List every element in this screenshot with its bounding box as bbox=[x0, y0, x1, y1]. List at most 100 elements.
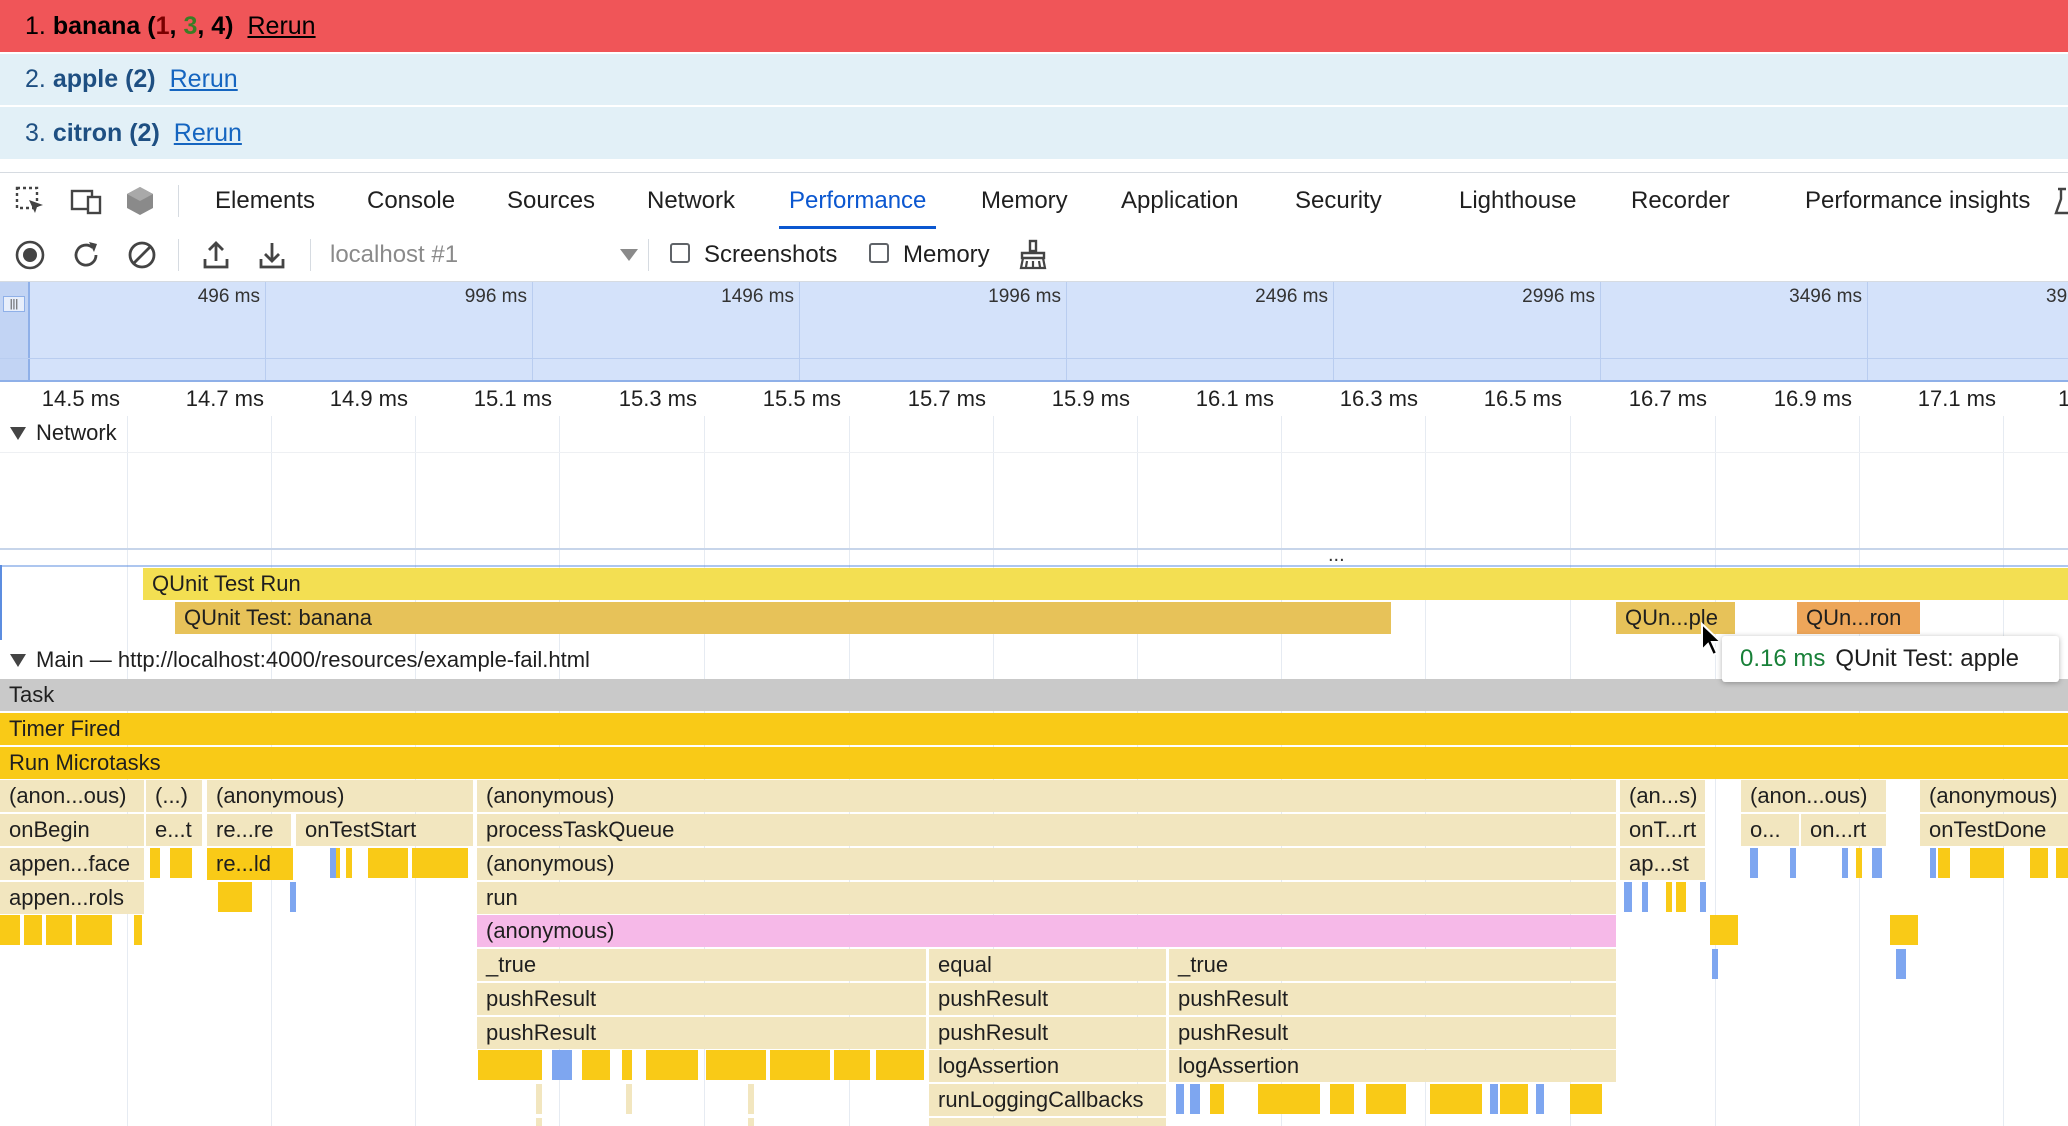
ruler-tick: 16.5 ms bbox=[1483, 386, 1562, 411]
test-index: 2. bbox=[25, 65, 46, 93]
flame-frame[interactable]: e...t bbox=[146, 814, 202, 846]
divider bbox=[178, 239, 179, 271]
collapse-triangle-icon[interactable] bbox=[10, 653, 26, 667]
ruler-tick: 14.9 ms bbox=[329, 386, 408, 411]
overview-tick: 2496 ms bbox=[1255, 286, 1328, 307]
garbage-collect-icon[interactable] bbox=[1017, 239, 1049, 271]
main-track-header[interactable]: Main — http://localhost:4000/resources/e… bbox=[0, 644, 590, 676]
ruler-tick: 15.5 ms bbox=[762, 386, 841, 411]
ruler-tick: 14.7 ms bbox=[185, 386, 264, 411]
flame-frame[interactable]: onTestDone bbox=[1920, 814, 2068, 846]
tab-performance-insights[interactable]: Performance insights bbox=[1805, 173, 2030, 229]
time-ruler: 14.5 ms 14.7 ms 14.9 ms 15.1 ms 15.3 ms … bbox=[0, 382, 2068, 416]
test-result-citron: 3. citron (2) Rerun bbox=[0, 106, 2068, 159]
flame-frame[interactable]: on...rt bbox=[1801, 814, 1886, 846]
tab-recorder[interactable]: Recorder bbox=[1631, 173, 1730, 229]
upload-icon[interactable] bbox=[200, 239, 232, 271]
flame-frame[interactable]: (anonymous) bbox=[477, 780, 1616, 812]
test-result-banana: 1. banana (1, 3, 4) Rerun bbox=[0, 0, 2068, 52]
ruler-tick: 15.7 ms bbox=[907, 386, 986, 411]
overview-left-handle[interactable]: ||| bbox=[0, 282, 30, 380]
track-divider bbox=[0, 548, 2068, 550]
tab-elements[interactable]: Elements bbox=[215, 173, 315, 229]
divider bbox=[310, 239, 311, 271]
collapse-triangle-icon[interactable] bbox=[10, 426, 26, 440]
flame-frame[interactable]: (anon...ous) bbox=[0, 780, 144, 812]
ruler-tick: 17.1 ms bbox=[1917, 386, 1996, 411]
flame-frame[interactable]: re...re bbox=[207, 814, 291, 846]
overview-tick: 1496 ms bbox=[721, 286, 794, 307]
devtools-tab-bar: Elements Console Sources Network Perform… bbox=[0, 172, 2068, 230]
target-select[interactable]: localhost #1 bbox=[330, 239, 642, 271]
timeline-overview[interactable]: ||| 496 ms 996 ms 1496 ms 1996 ms 2496 m… bbox=[0, 282, 2068, 382]
ruler-tick: 16.7 ms bbox=[1628, 386, 1707, 411]
chevron-down-icon bbox=[620, 249, 638, 261]
flame-frame[interactable]: (...) bbox=[146, 780, 202, 812]
ruler-tick: 15.3 ms bbox=[618, 386, 697, 411]
ruler-tick: 16.3 ms bbox=[1339, 386, 1418, 411]
rerun-link-apple[interactable]: Rerun bbox=[170, 65, 238, 94]
flame-frame[interactable]: (anonymous) bbox=[1920, 780, 2068, 812]
timing-qunit-test-banana[interactable]: QUnit Test: banana bbox=[175, 602, 1391, 634]
flask-icon bbox=[2054, 187, 2068, 215]
timing-qunit-test-citron[interactable]: QUn...ron bbox=[1797, 602, 1920, 634]
tab-application[interactable]: Application bbox=[1121, 173, 1238, 229]
test-counts: (2) bbox=[129, 118, 160, 147]
test-counts: (1, 3, 4) bbox=[147, 11, 234, 40]
tab-console[interactable]: Console bbox=[367, 173, 455, 229]
ruler-tick: 16.9 ms bbox=[1773, 386, 1852, 411]
network-track-header[interactable]: Network bbox=[0, 418, 117, 448]
tab-memory[interactable]: Memory bbox=[981, 173, 1068, 229]
flame-frame[interactable]: onBegin bbox=[0, 814, 144, 846]
resize-handle-dots[interactable]: ... bbox=[1328, 544, 1345, 567]
reload-record-icon[interactable] bbox=[70, 239, 102, 271]
timing-qunit-test-run[interactable]: QUnit Test Run bbox=[143, 568, 2068, 600]
tooltip-duration: 0.16 ms bbox=[1740, 645, 1826, 672]
memory-checkbox[interactable] bbox=[869, 243, 889, 263]
device-toolbar-icon[interactable] bbox=[70, 185, 102, 217]
rerun-link-banana[interactable]: Rerun bbox=[247, 12, 315, 41]
overview-tick: 996 ms bbox=[464, 286, 527, 307]
network-track-label: Network bbox=[36, 420, 117, 445]
flame-frame[interactable]: onTestStart bbox=[296, 814, 473, 846]
flame-frame[interactable]: onT...rt bbox=[1620, 814, 1705, 846]
flame-frame[interactable]: o... bbox=[1741, 814, 1799, 846]
flame-run-microtasks[interactable]: Run Microtasks bbox=[0, 747, 2068, 779]
test-index: 3. bbox=[25, 118, 46, 147]
flame-frame[interactable]: (anon...ous) bbox=[1741, 780, 1886, 812]
selection-marker bbox=[0, 565, 2, 640]
screenshots-checkbox[interactable] bbox=[670, 243, 690, 263]
extension-cube-icon[interactable] bbox=[124, 185, 156, 217]
flame-small-frames bbox=[0, 848, 2068, 1126]
overview-tick: 496 ms bbox=[197, 286, 260, 307]
test-name: apple bbox=[52, 65, 119, 93]
tab-performance[interactable]: Performance bbox=[779, 173, 937, 229]
flame-timer-fired[interactable]: Timer Fired bbox=[0, 713, 2068, 745]
download-icon[interactable] bbox=[256, 239, 288, 271]
overview-tick: 1996 ms bbox=[988, 286, 1061, 307]
record-icon[interactable] bbox=[14, 239, 46, 271]
ruler-tick: 15.1 ms bbox=[473, 386, 552, 411]
test-counts: (2) bbox=[125, 65, 156, 93]
performance-toolbar: localhost #1 Screenshots Memory bbox=[0, 229, 2068, 282]
tab-lighthouse[interactable]: Lighthouse bbox=[1459, 173, 1576, 229]
overview-tick: 39 bbox=[2046, 286, 2068, 307]
flame-frame[interactable]: processTaskQueue bbox=[477, 814, 1616, 846]
inspect-element-icon[interactable] bbox=[14, 185, 46, 217]
test-name: banana bbox=[52, 11, 141, 40]
overview-tick: 3496 ms bbox=[1789, 286, 1862, 307]
flame-tooltip: 0.16 ms QUnit Test: apple bbox=[1722, 636, 2059, 682]
test-result-apple: 2. apple (2) Rerun bbox=[0, 53, 2068, 105]
flame-frame[interactable]: (an...s) bbox=[1620, 780, 1705, 812]
ruler-tick: 1 bbox=[2058, 386, 2068, 411]
tab-security[interactable]: Security bbox=[1295, 173, 1382, 229]
mouse-cursor-icon bbox=[1701, 622, 1724, 657]
test-index: 1. bbox=[25, 11, 46, 40]
rerun-link-citron[interactable]: Rerun bbox=[174, 119, 242, 148]
clear-icon[interactable] bbox=[126, 239, 158, 271]
flame-frame[interactable]: (anonymous) bbox=[207, 780, 473, 812]
tab-sources[interactable]: Sources bbox=[507, 173, 595, 229]
tab-network[interactable]: Network bbox=[647, 173, 735, 229]
flame-task[interactable]: Task bbox=[0, 679, 2068, 711]
overview-tick: 2996 ms bbox=[1522, 286, 1595, 307]
